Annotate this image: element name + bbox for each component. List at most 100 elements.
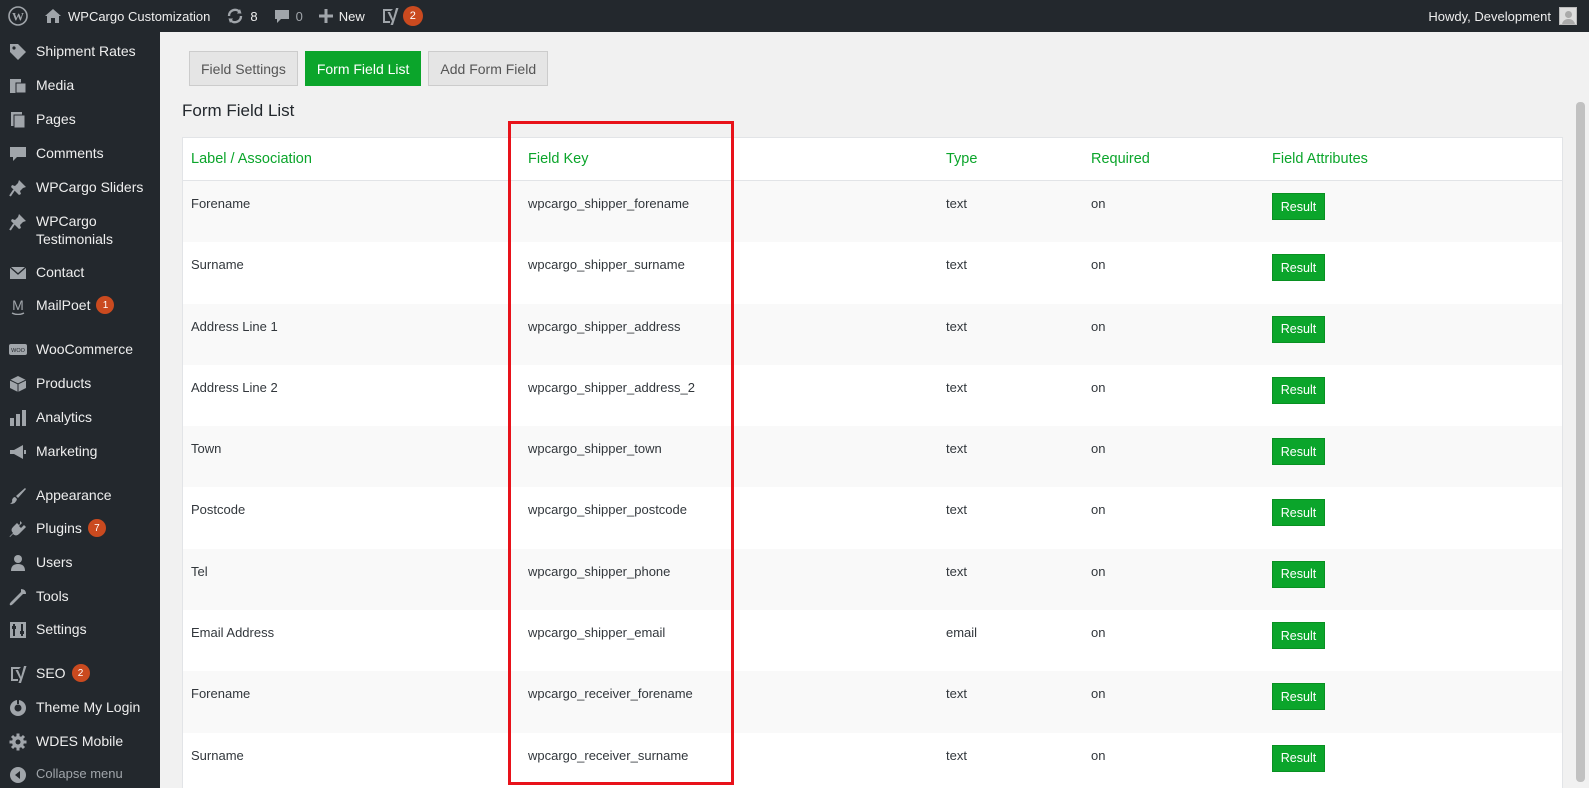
sidebar-item-media[interactable]: Media	[0, 76, 160, 96]
sidebar-item-wpcargo-sliders[interactable]: WPCargo Sliders	[0, 178, 160, 198]
result-button[interactable]: Result	[1272, 376, 1325, 404]
page-scrollbar[interactable]	[1572, 32, 1589, 788]
row-field-key: wpcargo_shipper_forename	[528, 196, 690, 211]
sidebar-item-products[interactable]: Products	[0, 374, 160, 394]
row-required: on	[1091, 686, 1106, 702]
sidebar-item-wpcargo-testimonials[interactable]: WPCargo Testimonials	[0, 212, 160, 248]
sidebar-item-seo[interactable]: SEO 2	[0, 664, 160, 684]
row-required: on	[1091, 747, 1106, 763]
sidebar-item-settings[interactable]: Settings	[0, 620, 160, 640]
sidebar-item-theme-my-login[interactable]: Theme My Login	[0, 698, 160, 718]
site-name: WPCargo Customization	[68, 8, 211, 24]
table-row: Surname wpcargo_shipper_surname text on …	[183, 242, 1562, 303]
sidebar-item-appearance[interactable]: Appearance	[0, 486, 160, 506]
admin-sidebar: Shipment Rates Media Pages Comments WPCa…	[0, 32, 160, 788]
yoast-icon	[8, 664, 28, 684]
row-required: on	[1091, 625, 1106, 641]
table-row: Surname wpcargo_receiver_surname text on…	[183, 733, 1562, 788]
user-icon	[8, 553, 28, 573]
updates-count: 8	[250, 8, 258, 24]
column-header-required: Required	[1091, 151, 1150, 167]
box-icon	[8, 374, 28, 394]
result-button[interactable]: Result	[1272, 193, 1325, 220]
row-type: text	[946, 747, 967, 763]
mail-icon	[8, 263, 28, 283]
row-label: Forename	[191, 686, 251, 702]
svg-text:M: M	[12, 297, 24, 313]
sidebar-item-tools[interactable]: Tools	[0, 587, 160, 607]
sidebar-item-contact[interactable]: Contact	[0, 263, 160, 283]
tag-icon	[8, 42, 28, 62]
row-label: Town	[191, 441, 222, 457]
sidebar-item-analytics[interactable]: Analytics	[0, 408, 160, 428]
admin-bar: W WPCargo Customization 8 0 New 2 Howdy,…	[0, 0, 1589, 32]
plug-icon	[8, 519, 28, 539]
row-type: text	[946, 563, 967, 579]
row-type: text	[946, 379, 967, 395]
row-type: text	[946, 686, 967, 702]
row-label: Surname	[191, 257, 244, 273]
woo-icon: WOO	[8, 340, 28, 360]
result-button[interactable]: Result	[1272, 622, 1325, 650]
sidebar-item-shipment-rates[interactable]: Shipment Rates	[0, 42, 160, 62]
row-label: Forename	[191, 196, 251, 211]
scrollbar-thumb[interactable]	[1576, 102, 1585, 782]
table-header: Label / Association Field Key Type Requi…	[183, 138, 1562, 181]
row-field-key: wpcargo_shipper_postcode	[528, 502, 687, 518]
row-label: Surname	[191, 747, 244, 763]
sidebar-item-plugins[interactable]: Plugins 7	[0, 519, 160, 539]
comment-icon	[8, 144, 28, 164]
pages-icon	[8, 110, 28, 130]
result-button[interactable]: Result	[1272, 499, 1325, 527]
sidebar-item-mailpoet[interactable]: M MailPoet 1	[0, 296, 160, 316]
sidebar-item-marketing[interactable]: Marketing	[0, 442, 160, 462]
row-label: Email Address	[191, 625, 275, 641]
table-row: Postcode wpcargo_shipper_postcode text o…	[183, 487, 1562, 548]
result-button[interactable]: Result	[1272, 744, 1325, 772]
tab-add-form-field[interactable]: Add Form Field	[428, 51, 549, 86]
table-row: Email Address wpcargo_shipper_email emai…	[183, 610, 1562, 671]
mailpoet-icon: M	[8, 296, 28, 316]
result-button[interactable]: Result	[1272, 560, 1325, 588]
sidebar-item-woocommerce[interactable]: WOO WooCommerce	[0, 340, 160, 360]
new-label: New	[338, 8, 365, 24]
svg-text:W: W	[12, 10, 24, 24]
result-button[interactable]: Result	[1272, 438, 1325, 466]
result-button[interactable]: Result	[1272, 683, 1325, 711]
row-required: on	[1091, 257, 1106, 273]
row-required: on	[1091, 502, 1106, 518]
greeting: Howdy, Development	[1428, 8, 1551, 24]
comments-link[interactable]: 0	[266, 0, 311, 32]
result-button[interactable]: Result	[1272, 254, 1325, 282]
row-type: text	[946, 502, 967, 518]
mailpoet-badge: 1	[96, 296, 115, 314]
sidebar-item-comments[interactable]: Comments	[0, 144, 160, 164]
row-field-key: wpcargo_shipper_address_2	[528, 379, 695, 395]
column-header-label: Label / Association	[191, 151, 312, 167]
tab-form-field-list[interactable]: Form Field List	[304, 51, 422, 86]
brush-icon	[8, 486, 28, 506]
row-label: Address Line 1	[191, 318, 278, 334]
tab-field-settings[interactable]: Field Settings	[189, 51, 298, 86]
wrench-icon	[8, 587, 28, 607]
sidebar-item-pages[interactable]: Pages	[0, 110, 160, 130]
table-row: Forename wpcargo_shipper_forename text o…	[183, 181, 1562, 243]
row-required: on	[1091, 379, 1106, 395]
sidebar-item-wdes-mobile[interactable]: WDES Mobile	[0, 732, 160, 752]
megaphone-icon	[8, 442, 28, 462]
my-account[interactable]: Howdy, Development	[1428, 7, 1589, 25]
wordpress-logo-button[interactable]: W	[0, 0, 36, 32]
new-content-link[interactable]: New	[311, 0, 373, 32]
comment-icon	[274, 10, 289, 23]
sidebar-item-users[interactable]: Users	[0, 553, 160, 573]
updates-link[interactable]: 8	[218, 0, 265, 32]
row-required: on	[1091, 563, 1106, 579]
result-button[interactable]: Result	[1272, 315, 1325, 343]
seo-admin-link[interactable]: 2	[373, 0, 431, 32]
collapse-menu-button[interactable]: Collapse menu	[0, 765, 160, 785]
collapse-icon	[8, 765, 28, 785]
plugins-badge: 7	[87, 519, 106, 537]
site-name-link[interactable]: WPCargo Customization	[36, 0, 218, 32]
row-type: text	[946, 441, 967, 457]
row-field-key: wpcargo_shipper_town	[528, 441, 662, 457]
